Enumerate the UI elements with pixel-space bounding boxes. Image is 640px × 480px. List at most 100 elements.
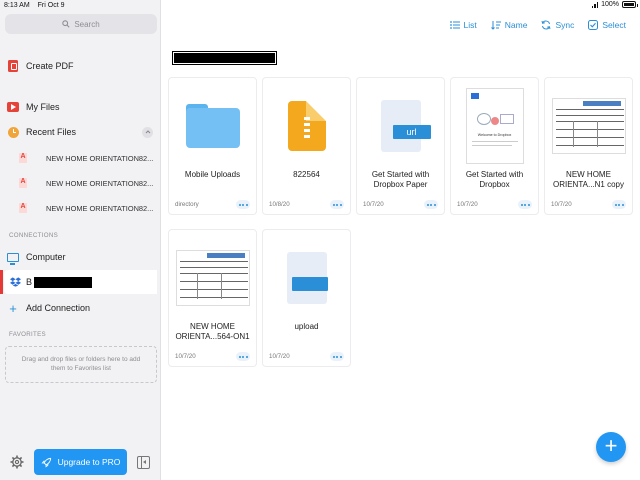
sidebar-item-label: B <box>26 277 33 287</box>
file-date: 10/7/20 <box>269 353 290 360</box>
pdf-file-icon <box>19 203 27 213</box>
rocket-icon <box>41 457 51 467</box>
generic-file-icon <box>286 252 328 304</box>
favorites-drop-zone[interactable]: Drag and drop files or folders here to a… <box>5 346 157 383</box>
file-date: 10/7/20 <box>363 201 384 208</box>
sort-by-name-button[interactable]: Name <box>490 20 528 30</box>
file-name: NEW HOME ORIENTA...N1 copy <box>553 170 624 190</box>
redacted-title <box>172 51 277 65</box>
connections-heading: CONNECTIONS <box>9 232 59 239</box>
file-name: NEW HOME ORIENTA...564-ON1 <box>175 322 250 342</box>
url-file-icon: url <box>380 100 431 152</box>
list-icon <box>449 21 460 29</box>
list-label: List <box>463 20 477 30</box>
file-card-dropbox-paper[interactable]: url Get Started with Dropbox Paper 10/7/… <box>356 77 445 215</box>
recent-file-label: NEW HOME ORIENTATION82... <box>46 178 154 188</box>
file-card-upload[interactable]: upload 10/7/20 <box>262 229 351 367</box>
sync-icon <box>541 20 551 30</box>
favorites-heading: FAVORITES <box>9 331 46 338</box>
more-options-icon[interactable] <box>236 200 250 209</box>
status-time: 8:13 AM <box>4 2 30 9</box>
sidebar-item-label: My Files <box>26 102 60 112</box>
pdf-file-icon <box>19 153 27 163</box>
create-pdf-icon <box>8 60 18 72</box>
upgrade-label: Upgrade to PRO <box>57 457 121 467</box>
file-date: 10/8/20 <box>269 201 290 208</box>
main-content: List Name Sync Select Mobile Uploads dir… <box>162 0 640 480</box>
clock-icon <box>7 126 19 138</box>
file-card-mobile-uploads[interactable]: Mobile Uploads directory <box>168 77 257 215</box>
pdf-thumbnail: Welcome to Dropbox <box>465 88 524 164</box>
file-name: Get Started with Dropbox Paper <box>371 170 430 190</box>
file-date: 10/7/20 <box>457 201 478 208</box>
recent-file-label: NEW HOME ORIENTATION82... <box>46 153 154 163</box>
wifi-icon <box>591 1 599 8</box>
select-label: Select <box>602 20 626 30</box>
file-date: 10/7/20 <box>175 353 196 360</box>
redacted-account-name <box>34 276 93 288</box>
plus-icon: + <box>9 300 17 316</box>
status-bar: 8:13 AM Fri Oct 9 100% <box>0 0 640 11</box>
form-thumbnail <box>551 98 626 154</box>
battery-icon <box>622 1 638 8</box>
checkbox-icon <box>588 20 599 30</box>
thumbnail-caption: Welcome to Dropbox <box>477 133 512 137</box>
more-options-icon[interactable] <box>518 200 532 209</box>
sidebar-toggle-icon[interactable] <box>137 456 150 469</box>
sidebar-item-recent-files[interactable]: Recent Files <box>0 120 161 144</box>
file-name: Mobile Uploads <box>184 170 241 179</box>
search-placeholder: Search <box>74 19 100 29</box>
sidebar-item-label: Recent Files <box>26 127 77 137</box>
file-date: 10/7/20 <box>551 201 572 208</box>
upgrade-to-pro-button[interactable]: Upgrade to PRO <box>34 449 127 475</box>
search-input[interactable]: Search <box>5 14 157 34</box>
more-options-icon[interactable] <box>424 200 438 209</box>
battery-percent: 100% <box>601 1 619 8</box>
sidebar-item-label: Create PDF <box>26 61 74 71</box>
file-card-822564[interactable]: 822564 10/8/20 <box>262 77 351 215</box>
sort-icon <box>490 21 501 30</box>
my-files-icon <box>7 102 19 112</box>
file-card-get-started-dropbox[interactable]: Welcome to Dropbox Get Started with Drop… <box>450 77 539 215</box>
sync-label: Sync <box>555 20 575 30</box>
recent-file-label: NEW HOME ORIENTATION82... <box>46 203 154 213</box>
recent-file-item[interactable]: NEW HOME ORIENTATION82... <box>0 172 161 194</box>
recent-file-item[interactable]: NEW HOME ORIENTATION82... <box>0 197 161 219</box>
sync-button[interactable]: Sync <box>541 20 574 30</box>
gear-icon[interactable] <box>10 455 24 469</box>
favorites-hint: Drag and drop files or folders here to a… <box>21 356 141 372</box>
url-badge: url <box>392 125 431 139</box>
file-card-orientation-on1[interactable]: NEW HOME ORIENTA...564-ON1 10/7/20 <box>168 229 257 367</box>
sidebar-item-my-files[interactable]: My Files <box>0 95 161 119</box>
sidebar-item-computer[interactable]: Computer <box>0 245 161 269</box>
select-button[interactable]: Select <box>588 20 626 30</box>
form-thumbnail <box>175 250 250 306</box>
file-name: Get Started with Dropbox <box>465 170 524 190</box>
pdf-file-icon <box>19 178 27 188</box>
search-icon <box>62 20 70 28</box>
sidebar-item-dropbox[interactable]: B <box>0 270 157 294</box>
sidebar-item-label: Computer <box>26 252 66 262</box>
add-button[interactable]: + <box>596 432 626 462</box>
file-card-orientation-copy[interactable]: NEW HOME ORIENTA...N1 copy 10/7/20 <box>544 77 633 215</box>
more-options-icon[interactable] <box>330 352 344 361</box>
file-name: 822564 <box>293 170 320 179</box>
sort-label: Name <box>504 20 528 30</box>
dropbox-icon <box>9 277 21 287</box>
collapse-chevron-icon[interactable] <box>142 126 153 138</box>
computer-icon <box>7 252 19 265</box>
sidebar-item-label: Add Connection <box>26 303 91 313</box>
file-name: upload <box>294 322 319 331</box>
folder-icon <box>185 104 240 148</box>
list-view-button[interactable]: List <box>449 20 477 30</box>
more-options-icon[interactable] <box>330 200 344 209</box>
recent-file-item[interactable]: NEW HOME ORIENTATION82... <box>0 147 161 169</box>
more-options-icon[interactable] <box>612 200 626 209</box>
file-date: directory <box>175 201 199 208</box>
sidebar-item-create-pdf[interactable]: Create PDF <box>0 54 161 78</box>
sidebar-item-add-connection[interactable]: + Add Connection <box>0 296 161 320</box>
zip-file-icon <box>287 101 326 151</box>
toolbar: List Name Sync Select <box>449 20 626 30</box>
more-options-icon[interactable] <box>236 352 250 361</box>
status-date: Fri Oct 9 <box>37 2 65 9</box>
